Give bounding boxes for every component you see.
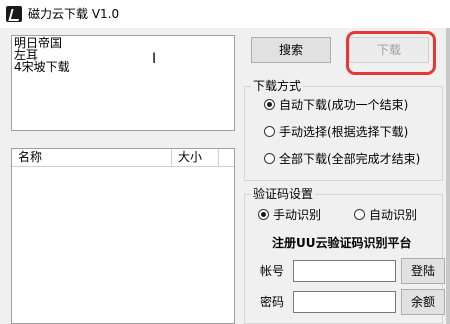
title-bar: 磁力云下载 V1.0 <box>0 0 450 28</box>
radio-auto-recognize[interactable]: 自动识别 <box>354 208 417 222</box>
download-button-highlight <box>346 31 436 75</box>
column-name[interactable]: 名称 <box>12 149 172 166</box>
captcha-platform-link[interactable]: 注册UU云验证码识别平台 <box>272 236 412 250</box>
radio-auto-download[interactable]: 自动下载(成功一个结束) <box>264 98 408 112</box>
radio-checked-icon <box>258 209 269 220</box>
login-button[interactable]: 登陆 <box>401 258 445 284</box>
radio-auto-recognize-label: 自动识别 <box>369 208 418 222</box>
file-list[interactable]: 名称 大小 <box>11 148 235 324</box>
radio-unchecked-icon <box>264 153 275 164</box>
radio-checked-icon <box>264 99 275 110</box>
radio-download-all-label: 全部下载(全部完成才结束) <box>279 152 421 166</box>
radio-download-all[interactable]: 全部下载(全部完成才结束) <box>264 152 420 166</box>
radio-manual-recognize[interactable]: 手动识别 <box>258 208 321 222</box>
account-label: 帐号 <box>260 264 285 278</box>
radio-unchecked-icon <box>264 126 275 137</box>
magnet-input-textarea[interactable]: 明日帝国 左耳 4宋坡下载 I <box>11 35 235 131</box>
password-field[interactable] <box>293 291 396 313</box>
app-icon <box>6 6 22 22</box>
window-title: 磁力云下载 V1.0 <box>28 7 120 21</box>
file-list-header: 名称 大小 <box>12 149 234 167</box>
account-field[interactable] <box>293 260 396 282</box>
search-button[interactable]: 搜索 <box>251 37 331 63</box>
radio-manual-select[interactable]: 手动选择(根据选择下载) <box>264 125 408 139</box>
download-mode-title: 下载方式 <box>251 79 304 93</box>
text-cursor-icon: I <box>152 51 157 67</box>
window-border <box>446 28 450 324</box>
radio-unchecked-icon <box>354 209 365 220</box>
radio-auto-download-label: 自动下载(成功一个结束) <box>279 98 409 112</box>
radio-manual-select-label: 手动选择(根据选择下载) <box>279 125 409 139</box>
textarea-content: 明日帝国 左耳 4宋坡下载 <box>14 36 70 74</box>
captcha-settings-title: 验证码设置 <box>251 187 316 201</box>
column-size[interactable]: 大小 <box>172 149 219 166</box>
radio-manual-recognize-label: 手动识别 <box>273 208 322 222</box>
balance-button[interactable]: 余额 <box>401 289 445 315</box>
password-label: 密码 <box>260 295 285 309</box>
